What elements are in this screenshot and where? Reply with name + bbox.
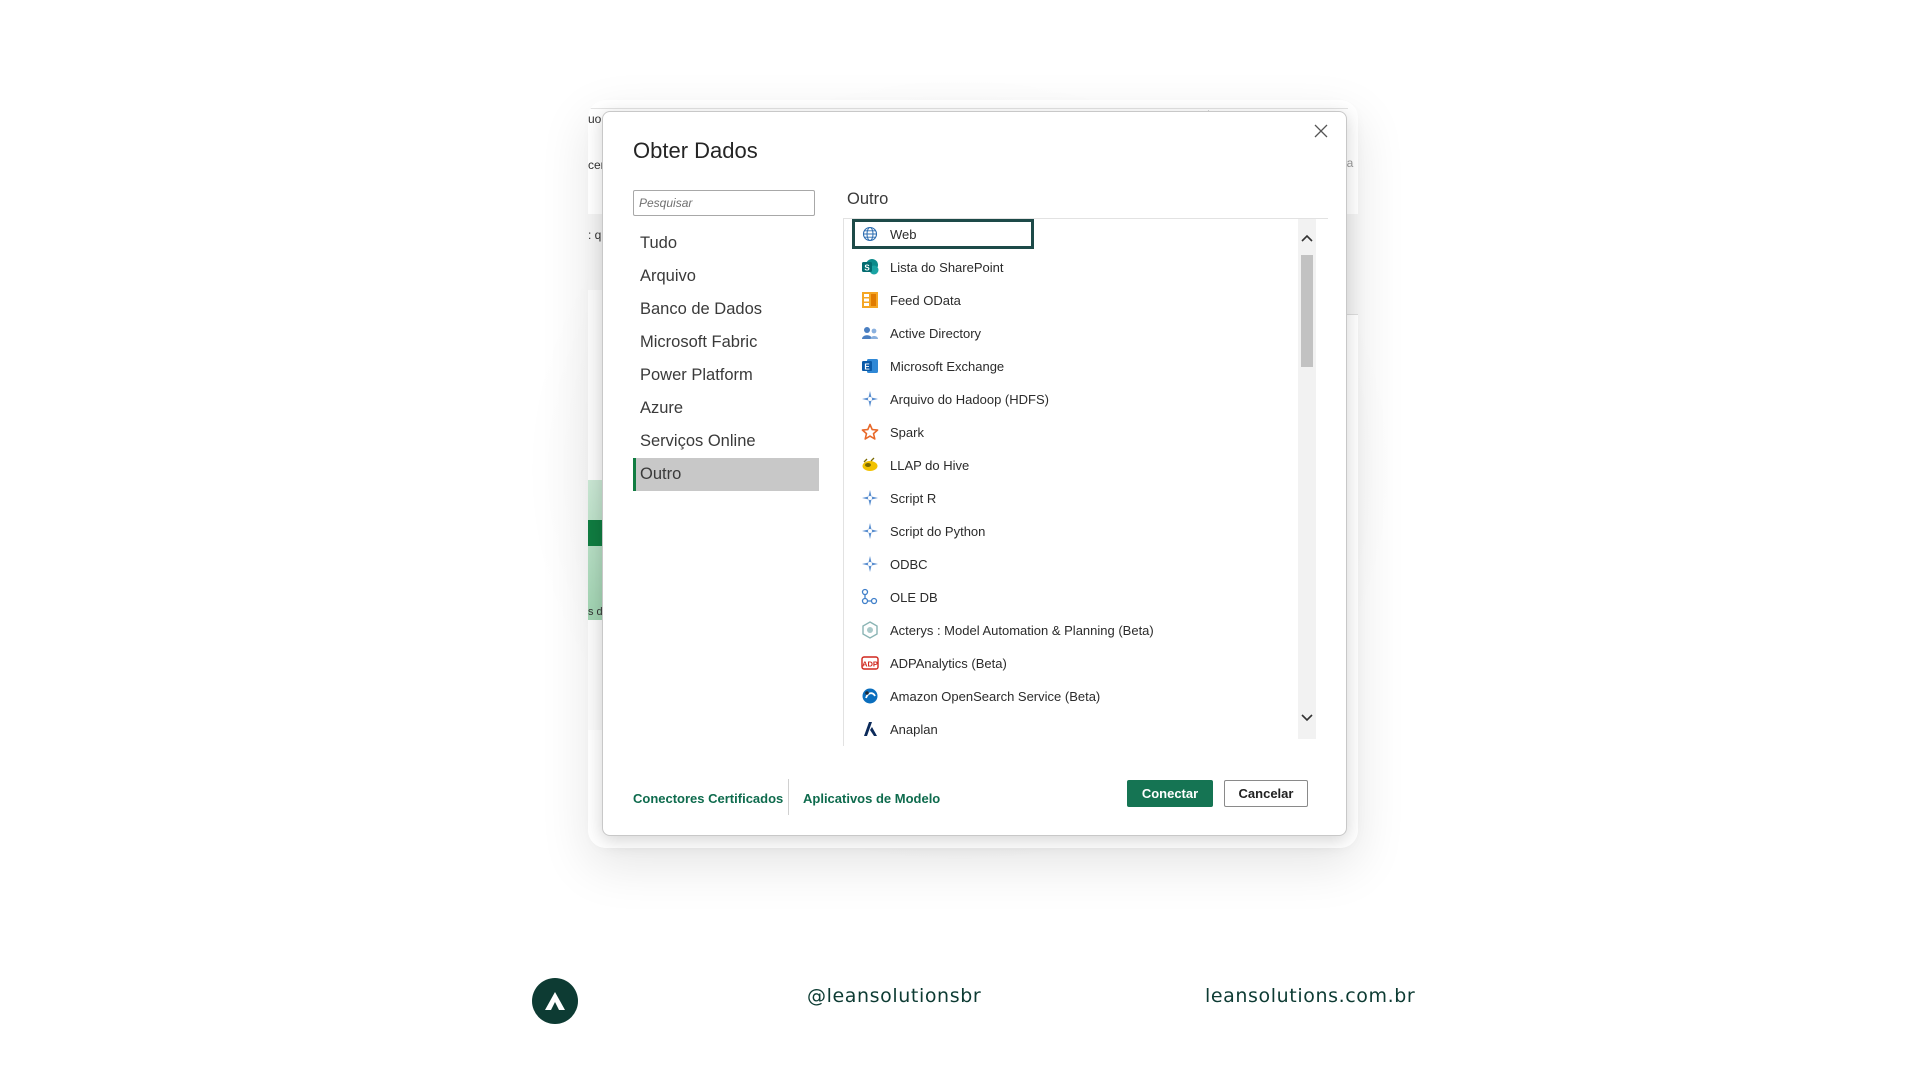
- connector-microsoft-exchange[interactable]: E Microsoft Exchange: [852, 351, 1004, 381]
- globe-icon: [860, 224, 880, 244]
- website-url: leansolutions.com.br: [1205, 985, 1416, 1007]
- connector-odata-feed[interactable]: Feed OData: [852, 285, 961, 315]
- connector-label: Amazon OpenSearch Service (Beta): [890, 688, 1101, 704]
- connector-diamond-icon: [860, 521, 880, 541]
- connector-amazon-opensearch[interactable]: Amazon OpenSearch Service (Beta): [852, 681, 1100, 711]
- connector-diamond-icon: [860, 554, 880, 574]
- connector-hive-llap[interactable]: LLAP do Hive: [852, 450, 969, 480]
- connector-web[interactable]: Web: [852, 219, 1034, 249]
- anaplan-icon: [860, 719, 880, 739]
- connector-label: Script R: [890, 490, 937, 506]
- close-icon[interactable]: [1308, 118, 1334, 144]
- connector-label: ODBC: [890, 556, 928, 572]
- cancel-button[interactable]: Cancelar: [1224, 780, 1308, 807]
- connector-label: ADPAnalytics (Beta): [890, 655, 1007, 671]
- bg-green-tab: [588, 520, 602, 546]
- connector-ole-db[interactable]: OLE DB: [852, 582, 938, 612]
- get-data-dialog: Obter Dados Tudo Arquivo Banco de Dados …: [602, 111, 1347, 836]
- chevron-up-icon[interactable]: [1298, 227, 1316, 249]
- category-list: Tudo Arquivo Banco de Dados Microsoft Fa…: [633, 227, 819, 491]
- svg-text:ADP: ADP: [862, 660, 878, 669]
- connector-python-script[interactable]: Script do Python: [852, 516, 985, 546]
- scrollbar-thumb[interactable]: [1301, 255, 1313, 367]
- connector-acterys[interactable]: Acterys : Model Automation & Planning (B…: [852, 615, 1154, 645]
- odata-icon: [860, 290, 880, 310]
- connector-spark[interactable]: Spark: [852, 417, 924, 447]
- connect-button[interactable]: Conectar: [1127, 780, 1213, 807]
- connector-adpanalytics[interactable]: ADP ADPAnalytics (Beta): [852, 648, 1007, 678]
- connector-label: Anaplan: [890, 721, 938, 737]
- category-microsoft-fabric[interactable]: Microsoft Fabric: [633, 326, 819, 359]
- category-banco-de-dados[interactable]: Banco de Dados: [633, 293, 819, 326]
- connector-label: OLE DB: [890, 589, 938, 605]
- acterys-icon: [860, 620, 880, 640]
- social-handle: @leansolutionsbr: [807, 985, 982, 1007]
- bg-green-panel: [588, 480, 602, 620]
- connector-label: Spark: [890, 424, 924, 440]
- connector-sharepoint-list[interactable]: S Lista do SharePoint: [852, 252, 1003, 282]
- section-title: Outro: [847, 190, 889, 208]
- template-apps-link[interactable]: Aplicativos de Modelo: [803, 791, 940, 806]
- connector-anaplan[interactable]: Anaplan: [852, 714, 938, 744]
- exchange-icon: E: [860, 356, 880, 376]
- active-directory-icon: [860, 323, 880, 343]
- sharepoint-icon: S: [860, 257, 880, 277]
- connector-label: Arquivo do Hadoop (HDFS): [890, 391, 1049, 407]
- connector-label: Microsoft Exchange: [890, 358, 1005, 374]
- category-tudo[interactable]: Tudo: [633, 227, 819, 260]
- chevron-down-icon[interactable]: [1298, 707, 1316, 729]
- category-outro[interactable]: Outro: [633, 458, 819, 491]
- spark-star-icon: [860, 422, 880, 442]
- connector-odbc[interactable]: ODBC: [852, 549, 928, 579]
- footer-divider: [788, 779, 789, 815]
- connector-label: LLAP do Hive: [890, 457, 970, 473]
- opensearch-icon: [860, 686, 880, 706]
- search-input[interactable]: [633, 190, 815, 216]
- bg-fragment: s d: [588, 606, 603, 618]
- connector-list: Web S Lista do SharePoint Feed OData Act…: [843, 218, 1328, 746]
- connector-label: Web: [890, 226, 917, 242]
- connector-diamond-icon: [860, 389, 880, 409]
- svg-text:S: S: [864, 263, 870, 272]
- bg-fragment: uo: [588, 112, 602, 126]
- connector-active-directory[interactable]: Active Directory: [852, 318, 981, 348]
- certified-connectors-link[interactable]: Conectores Certificados: [633, 791, 783, 806]
- svg-text:E: E: [864, 362, 870, 371]
- connector-label: Feed OData: [890, 292, 961, 308]
- connector-r-script[interactable]: Script R: [852, 483, 936, 513]
- dialog-title: Obter Dados: [633, 138, 758, 163]
- connector-label: Acterys : Model Automation & Planning (B…: [890, 622, 1154, 638]
- connector-label: Script do Python: [890, 523, 986, 539]
- connector-list-scrollbar[interactable]: [1298, 219, 1316, 739]
- brand-logo-icon: [532, 978, 578, 1024]
- connector-diamond-icon: [860, 488, 880, 508]
- connector-label: Active Directory: [890, 325, 982, 341]
- category-servicos-online[interactable]: Serviços Online: [633, 425, 819, 458]
- connector-hadoop[interactable]: Arquivo do Hadoop (HDFS): [852, 384, 1049, 414]
- adp-icon: ADP: [860, 653, 880, 673]
- category-azure[interactable]: Azure: [633, 392, 819, 425]
- bg-divider: [588, 108, 1348, 109]
- category-arquivo[interactable]: Arquivo: [633, 260, 819, 293]
- oledb-icon: [860, 587, 880, 607]
- connector-label: Lista do SharePoint: [890, 259, 1004, 275]
- hive-icon: [860, 455, 880, 475]
- category-power-platform[interactable]: Power Platform: [633, 359, 819, 392]
